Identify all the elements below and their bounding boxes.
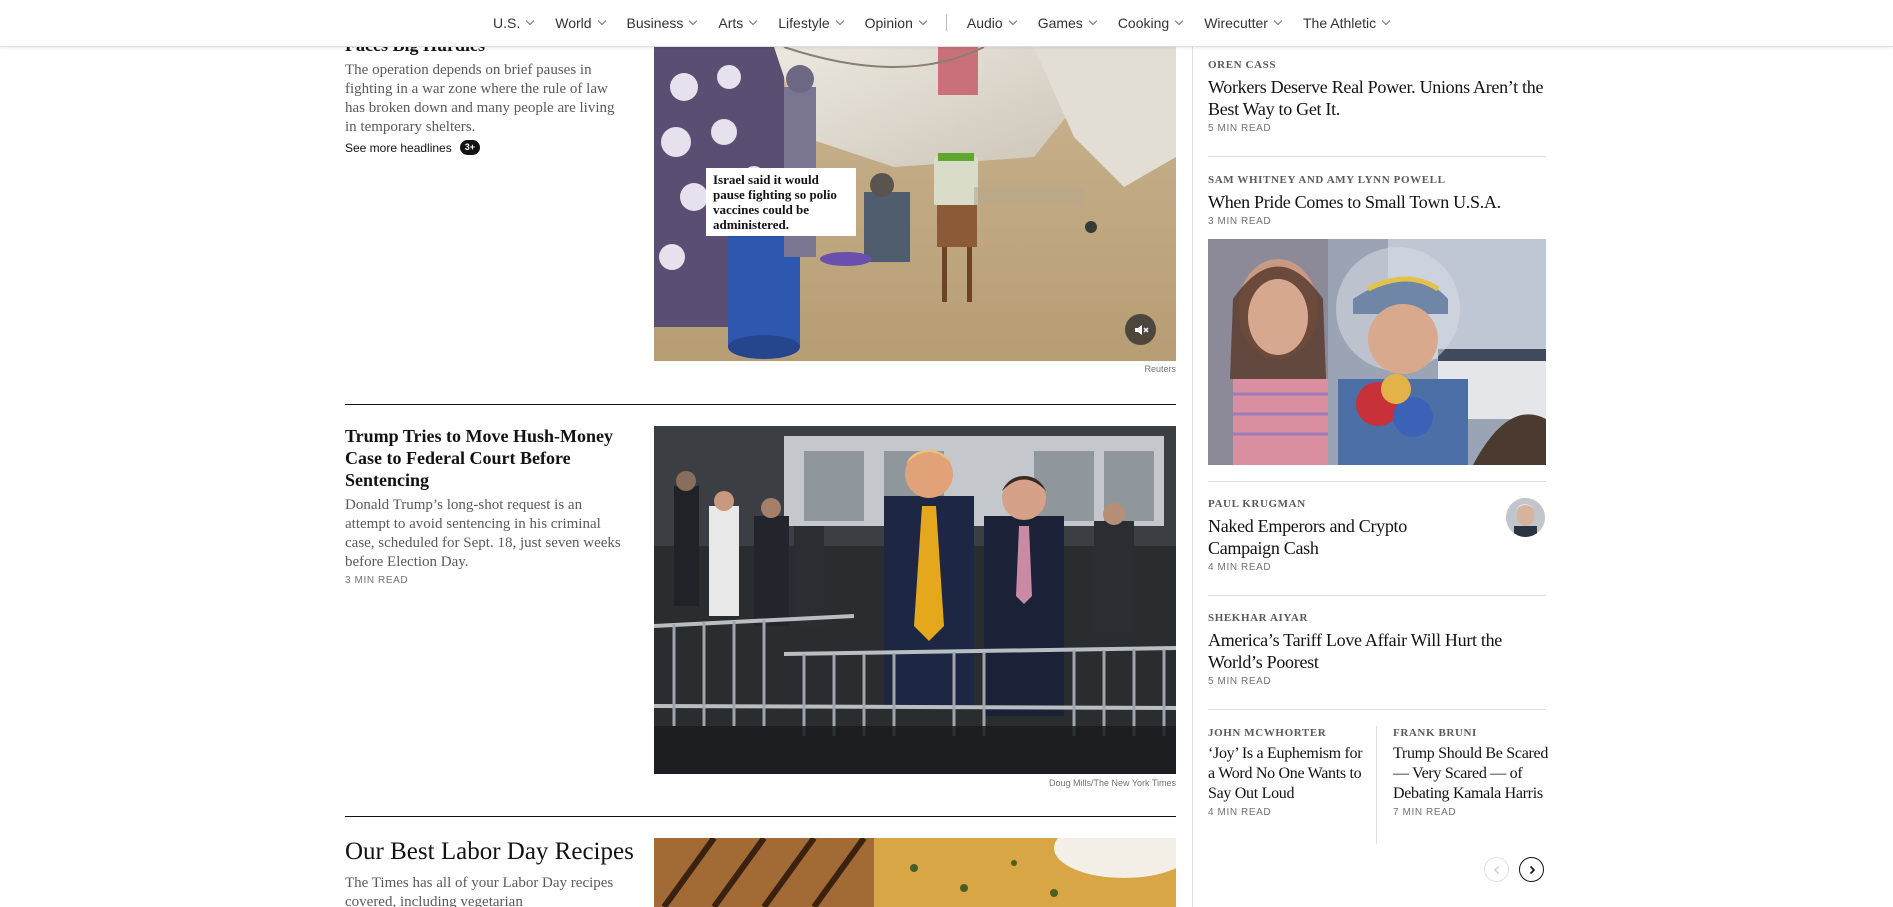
nav-item-label: Cooking (1117, 14, 1170, 31)
nav-item-audio[interactable]: Audio (967, 15, 1038, 31)
chevron-down-icon (597, 16, 606, 26)
opinion-item[interactable]: SAM WHITNEY AND AMY LYNN POWELL When Pri… (1208, 174, 1546, 227)
story-summary: The Times has all of your Labor Day reci… (345, 875, 614, 907)
story-read-time: 3 MIN READ (345, 575, 409, 586)
author-headshot (1506, 498, 1545, 537)
nav-item-label: Lifestyle (778, 14, 830, 31)
story-summary: The operation depends on brief pauses in… (345, 62, 615, 135)
story-trump-text: Trump Tries to Move Hush-Money Case to F… (345, 425, 627, 586)
opinion-headline[interactable]: When Pride Comes to Small Town U.S.A. (1208, 191, 1546, 213)
story-headline[interactable]: Trump Tries to Move Hush-Money Case to F… (345, 425, 627, 491)
opinion-item[interactable]: OREN CASS Workers Deserve Real Power. Un… (1208, 59, 1546, 134)
story-trump-image[interactable] (654, 426, 1176, 774)
opinion-author: SHEKHAR AIYAR (1208, 612, 1309, 624)
pride-festival-photo (1208, 239, 1546, 465)
nav-item-label: Games (1037, 14, 1083, 31)
nav-item-label: Arts (718, 14, 744, 31)
nav-separator (945, 14, 947, 31)
nav-item-arts[interactable]: Arts (718, 15, 778, 31)
chevron-down-icon (918, 16, 928, 26)
see-more-count-badge: 3+ (459, 140, 480, 155)
chevron-down-icon (1008, 16, 1017, 26)
nav-item-us[interactable]: U.S. (493, 15, 555, 31)
opinion-author: SAM WHITNEY AND AMY LYNN POWELL (1208, 174, 1446, 186)
carousel-next-button[interactable] (1519, 857, 1544, 882)
chevron-down-icon (1273, 16, 1283, 26)
nav-item-label: World (555, 14, 592, 31)
speaker-muted-icon (1134, 324, 1149, 335)
story-divider (345, 404, 1176, 405)
opinion-read-time: 5 MIN READ (1208, 676, 1272, 687)
nav-item-wirecutter[interactable]: Wirecutter (1204, 15, 1303, 31)
opinion-divider (1208, 481, 1546, 482)
story-labor-day-image[interactable] (654, 838, 1176, 907)
grilled-fish-photo (654, 838, 1176, 907)
nav-item-label: U.S. (493, 14, 521, 31)
nav-item-label: Audio (966, 14, 1003, 31)
opinion-item[interactable]: PAUL KRUGMAN Naked Emperors and Crypto C… (1208, 498, 1468, 573)
chevron-down-icon (749, 16, 758, 26)
chevron-down-icon (1088, 16, 1098, 26)
section-nav-list: U.S. World Business Arts Lifestyle Opini… (493, 14, 1411, 31)
see-more-label: See more headlines (345, 140, 452, 155)
video-overlay-caption: Israel said it would pause fighting so p… (706, 168, 856, 236)
opinion-headline[interactable]: Trump Should Be Scared — Very Scared — o… (1393, 744, 1551, 804)
nav-item-opinion[interactable]: Opinion (865, 15, 948, 31)
carousel-prev-button[interactable] (1484, 857, 1509, 882)
nav-item-the-athletic[interactable]: The Athletic (1303, 15, 1411, 31)
opinion-headline[interactable]: America’s Tariff Love Affair Will Hurt t… (1208, 629, 1546, 673)
nav-item-label: Wirecutter (1204, 14, 1268, 31)
nav-item-games[interactable]: Games (1038, 15, 1118, 31)
opinion-read-time: 4 MIN READ (1208, 562, 1272, 573)
opinion-item[interactable]: SHEKHAR AIYAR America’s Tariff Love Affa… (1208, 612, 1546, 687)
opinion-author: JOHN MCWHORTER (1208, 727, 1327, 739)
opinion-author: OREN CASS (1208, 59, 1277, 71)
photo-credit: Reuters (1144, 364, 1176, 374)
story-headline[interactable]: Our Best Labor Day Recipes (345, 838, 634, 866)
story-divider (345, 816, 1176, 817)
nav-item-label: Opinion (864, 14, 913, 31)
story-polio-text: Faces Big Hurdles The operation depends … (345, 34, 627, 155)
nav-item-lifestyle[interactable]: Lifestyle (778, 15, 864, 31)
column-divider (1192, 47, 1193, 907)
chevron-down-icon (1174, 16, 1184, 26)
photo-credit: Doug Mills/The New York Times (1048, 778, 1176, 788)
opinion-read-time: 3 MIN READ (1208, 216, 1272, 227)
author-avatar (1506, 498, 1545, 537)
opinion-author: FRANK BRUNI (1393, 727, 1477, 739)
opinion-divider (1208, 595, 1546, 596)
nav-item-world[interactable]: World (555, 15, 626, 31)
chevron-down-icon (525, 16, 535, 26)
nav-item-cooking[interactable]: Cooking (1118, 15, 1204, 31)
story-summary: Donald Trump’s long-shot request is an a… (345, 497, 621, 570)
opinion-author: PAUL KRUGMAN (1208, 498, 1306, 510)
nav-item-label: Business (626, 14, 684, 31)
mute-toggle-button[interactable] (1125, 314, 1156, 345)
opinion-divider (1208, 156, 1546, 157)
opinion-divider (1208, 709, 1546, 710)
story-polio-video[interactable]: Israel said it would pause fighting so p… (654, 47, 1176, 361)
opinion-read-time: 4 MIN READ (1208, 807, 1272, 818)
opinion-read-time: 5 MIN READ (1208, 123, 1272, 134)
opinion-item[interactable]: FRANK BRUNI Trump Should Be Scared — Ver… (1393, 727, 1551, 818)
chevron-down-icon (689, 16, 698, 26)
opinion-item[interactable]: JOHN MCWHORTER ‘Joy’ Is a Euphemism for … (1208, 727, 1366, 818)
nav-item-business[interactable]: Business (627, 15, 719, 31)
opinion-read-time: 7 MIN READ (1393, 807, 1457, 818)
courthouse-photo (654, 426, 1176, 774)
see-more-headlines-link[interactable]: See more headlines 3+ (345, 140, 627, 155)
chevron-right-icon (1529, 865, 1535, 874)
top-navigation-bar: U.S. World Business Arts Lifestyle Opini… (0, 0, 1893, 47)
opinion-pride-image[interactable] (1208, 239, 1546, 465)
opinion-headline[interactable]: ‘Joy’ Is a Euphemism for a Word No One W… (1208, 744, 1366, 804)
opinion-headline[interactable]: Naked Emperors and Crypto Campaign Cash (1208, 515, 1468, 559)
chevron-down-icon (1381, 16, 1391, 26)
opinion-column-divider (1376, 726, 1377, 844)
chevron-left-icon (1493, 865, 1499, 874)
opinion-headline[interactable]: Workers Deserve Real Power. Unions Aren’… (1208, 76, 1546, 120)
chevron-down-icon (835, 16, 844, 26)
nav-item-label: The Athletic (1302, 14, 1377, 31)
